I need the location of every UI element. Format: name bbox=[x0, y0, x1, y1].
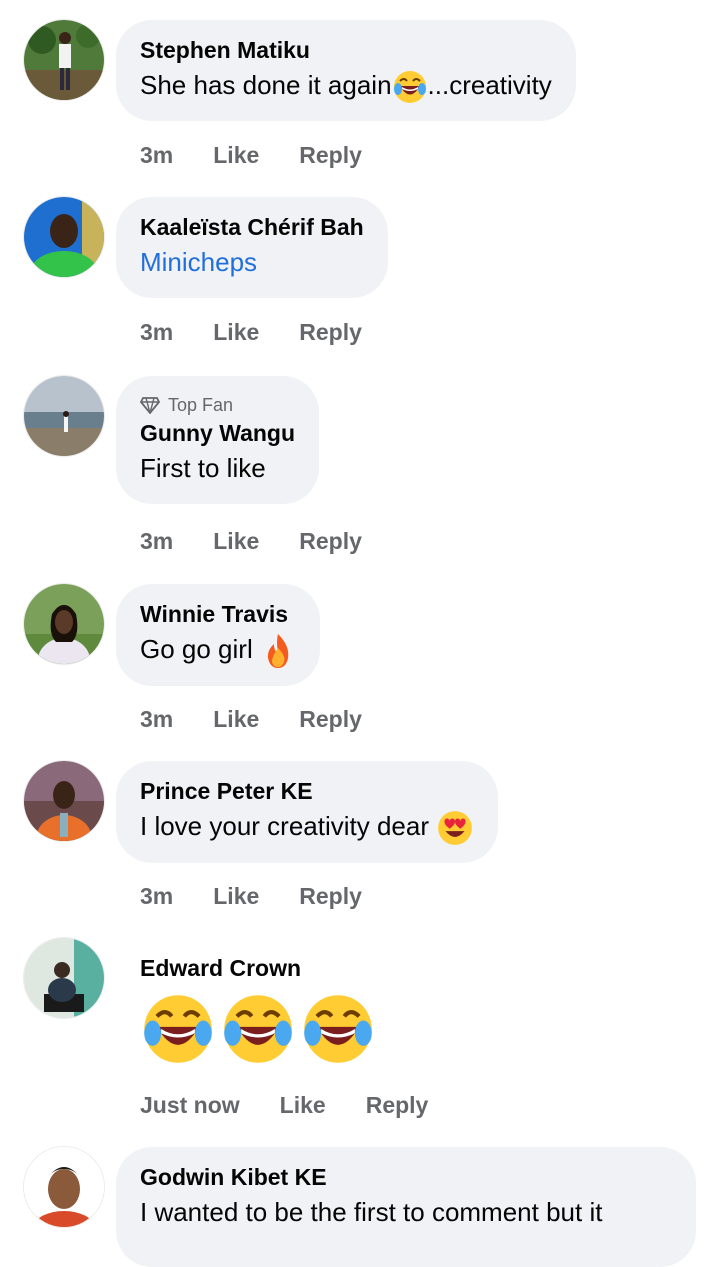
comment-actions: 3m Like Reply bbox=[140, 881, 402, 911]
comment-text-start: She has done it again bbox=[140, 70, 392, 100]
avatar[interactable] bbox=[24, 20, 104, 100]
comment-text-content: Go go girl bbox=[140, 634, 253, 664]
comment-author[interactable]: Godwin Kibet KE bbox=[140, 1162, 672, 1192]
man-orange-avatar-icon bbox=[24, 761, 104, 841]
comment-time: 3m bbox=[140, 319, 174, 345]
like-button[interactable]: Like bbox=[213, 881, 259, 911]
emoji-comment bbox=[140, 991, 376, 1067]
comment-time: Just now bbox=[140, 1092, 240, 1118]
beach-avatar-icon bbox=[24, 376, 104, 456]
comment-bubble[interactable]: Stephen Matiku She has done it again ...c… bbox=[116, 20, 576, 122]
comment-text: Go go girl bbox=[140, 629, 296, 670]
comment-time: 3m bbox=[140, 706, 174, 732]
comment-actions: 3m Like Reply bbox=[140, 526, 402, 556]
comment-text: I love your creativity dear bbox=[140, 806, 474, 847]
mention-link[interactable]: Minicheps bbox=[140, 242, 364, 282]
avatar[interactable] bbox=[24, 584, 104, 664]
reply-button[interactable]: Reply bbox=[366, 1090, 429, 1120]
comment-text: First to like bbox=[140, 453, 266, 483]
reply-button[interactable]: Reply bbox=[299, 317, 362, 347]
comment-author[interactable]: Stephen Matiku bbox=[140, 35, 552, 65]
like-button[interactable]: Like bbox=[213, 526, 259, 556]
badge-label: Top Fan bbox=[168, 395, 234, 415]
woman-avatar-icon bbox=[24, 584, 104, 664]
comment-author[interactable]: Edward Crown bbox=[140, 953, 376, 983]
avatar[interactable] bbox=[24, 938, 104, 1018]
comment-text-end: ...creativity bbox=[427, 70, 552, 100]
comment-actions: Just now Like Reply bbox=[140, 1090, 468, 1120]
tears-of-joy-emoji-icon bbox=[393, 71, 426, 104]
comment-bubble[interactable]: Winnie Travis Go go girl bbox=[116, 584, 320, 687]
comment-bubble[interactable]: Top Fan Gunny Wangu First to like bbox=[116, 376, 320, 504]
like-button[interactable]: Like bbox=[213, 317, 259, 347]
comment-time: 3m bbox=[140, 142, 174, 168]
comment-author[interactable]: Kaaleïsta Chérif Bah bbox=[140, 212, 364, 242]
comment-actions: 3m Like Reply bbox=[140, 140, 402, 170]
comment-text-content: I love your creativity dear bbox=[140, 811, 430, 841]
comment-author[interactable]: Winnie Travis bbox=[140, 599, 296, 629]
person-outdoor-avatar-icon bbox=[24, 20, 104, 100]
reply-button[interactable]: Reply bbox=[299, 526, 362, 556]
comment-author[interactable]: Gunny Wangu bbox=[140, 418, 295, 448]
avatar[interactable] bbox=[24, 376, 104, 456]
reply-button[interactable]: Reply bbox=[299, 704, 362, 734]
comment-bubble[interactable]: Prince Peter KE I love your creativity d… bbox=[116, 761, 499, 864]
reply-button[interactable]: Reply bbox=[299, 881, 362, 911]
tears-of-joy-emoji-icon bbox=[224, 995, 292, 1063]
top-fan-badge: Top Fan bbox=[140, 392, 295, 418]
man-motorbike-avatar-icon bbox=[24, 938, 104, 1018]
comment-actions: 3m Like Reply bbox=[140, 317, 402, 347]
comment-time: 3m bbox=[140, 528, 174, 554]
tears-of-joy-emoji-icon bbox=[144, 995, 212, 1063]
person-green-shirt-avatar-icon bbox=[24, 197, 104, 277]
comment-bubble[interactable]: Edward Crown bbox=[116, 938, 400, 1083]
like-button[interactable]: Like bbox=[280, 1090, 326, 1120]
heart-eyes-emoji-icon bbox=[438, 811, 473, 846]
like-button[interactable]: Like bbox=[213, 140, 259, 170]
diamond-icon bbox=[140, 397, 160, 414]
tears-of-joy-emoji-icon bbox=[304, 995, 372, 1063]
comment-time: 3m bbox=[140, 883, 174, 909]
comment-text: I wanted to be the first to comment but … bbox=[140, 1197, 603, 1227]
comment-bubble[interactable]: Godwin Kibet KE I wanted to be the first… bbox=[116, 1147, 696, 1267]
fire-emoji-icon bbox=[267, 634, 289, 669]
avatar[interactable] bbox=[24, 761, 104, 841]
reply-button[interactable]: Reply bbox=[299, 140, 362, 170]
comment-bubble[interactable]: Kaaleïsta Chérif Bah Minicheps bbox=[116, 197, 388, 298]
like-button[interactable]: Like bbox=[213, 704, 259, 734]
comment-author[interactable]: Prince Peter KE bbox=[140, 776, 474, 806]
comment-actions: 3m Like Reply bbox=[140, 704, 402, 734]
comment-text: She has done it again ...creativity bbox=[140, 65, 552, 105]
avatar[interactable] bbox=[24, 197, 104, 277]
cartoon-man-avatar-icon bbox=[24, 1147, 104, 1227]
avatar[interactable] bbox=[24, 1147, 104, 1227]
